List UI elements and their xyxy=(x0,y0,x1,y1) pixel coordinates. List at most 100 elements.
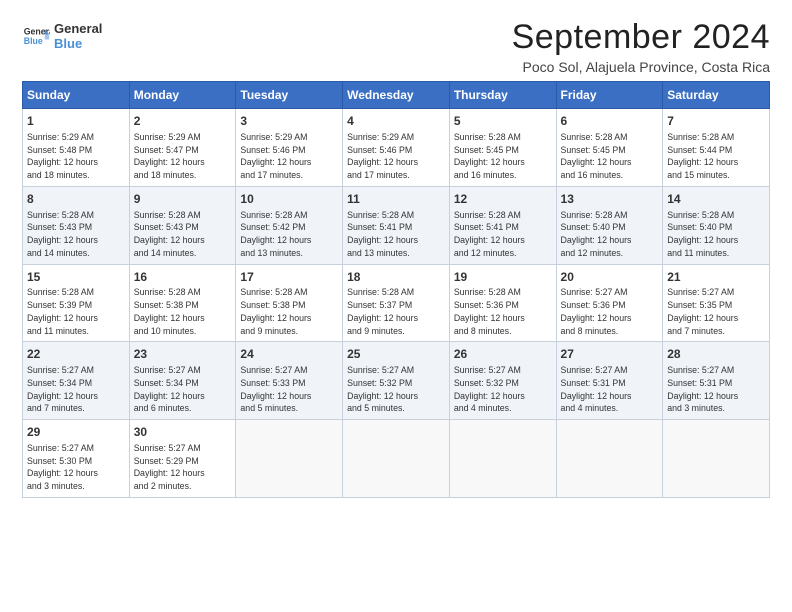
calendar-cell: 8Sunrise: 5:28 AMSunset: 5:43 PMDaylight… xyxy=(23,186,130,264)
day-number: 21 xyxy=(667,269,765,286)
day-info: Sunrise: 5:27 AMSunset: 5:34 PMDaylight:… xyxy=(27,364,125,415)
col-sunday: Sunday xyxy=(23,82,130,109)
day-number: 28 xyxy=(667,346,765,363)
day-number: 10 xyxy=(240,191,338,208)
day-number: 25 xyxy=(347,346,445,363)
day-number: 15 xyxy=(27,269,125,286)
calendar-cell xyxy=(556,420,663,498)
calendar-cell: 1Sunrise: 5:29 AMSunset: 5:48 PMDaylight… xyxy=(23,109,130,187)
calendar-cell: 21Sunrise: 5:27 AMSunset: 5:35 PMDayligh… xyxy=(663,264,770,342)
calendar-cell: 15Sunrise: 5:28 AMSunset: 5:39 PMDayligh… xyxy=(23,264,130,342)
day-info: Sunrise: 5:27 AMSunset: 5:31 PMDaylight:… xyxy=(561,364,659,415)
day-number: 26 xyxy=(454,346,552,363)
day-number: 29 xyxy=(27,424,125,441)
col-wednesday: Wednesday xyxy=(343,82,450,109)
day-info: Sunrise: 5:28 AMSunset: 5:40 PMDaylight:… xyxy=(667,209,765,260)
header-row-days: Sunday Monday Tuesday Wednesday Thursday… xyxy=(23,82,770,109)
day-info: Sunrise: 5:28 AMSunset: 5:43 PMDaylight:… xyxy=(27,209,125,260)
calendar-cell: 22Sunrise: 5:27 AMSunset: 5:34 PMDayligh… xyxy=(23,342,130,420)
subtitle: Poco Sol, Alajuela Province, Costa Rica xyxy=(512,59,770,75)
day-info: Sunrise: 5:29 AMSunset: 5:48 PMDaylight:… xyxy=(27,131,125,182)
calendar-cell: 17Sunrise: 5:28 AMSunset: 5:38 PMDayligh… xyxy=(236,264,343,342)
day-info: Sunrise: 5:28 AMSunset: 5:43 PMDaylight:… xyxy=(134,209,232,260)
day-info: Sunrise: 5:27 AMSunset: 5:34 PMDaylight:… xyxy=(134,364,232,415)
day-number: 9 xyxy=(134,191,232,208)
day-number: 3 xyxy=(240,113,338,130)
day-info: Sunrise: 5:27 AMSunset: 5:31 PMDaylight:… xyxy=(667,364,765,415)
day-info: Sunrise: 5:27 AMSunset: 5:32 PMDaylight:… xyxy=(454,364,552,415)
day-number: 11 xyxy=(347,191,445,208)
day-number: 6 xyxy=(561,113,659,130)
calendar-cell: 23Sunrise: 5:27 AMSunset: 5:34 PMDayligh… xyxy=(129,342,236,420)
day-info: Sunrise: 5:28 AMSunset: 5:45 PMDaylight:… xyxy=(561,131,659,182)
day-number: 18 xyxy=(347,269,445,286)
day-number: 22 xyxy=(27,346,125,363)
calendar-cell: 25Sunrise: 5:27 AMSunset: 5:32 PMDayligh… xyxy=(343,342,450,420)
day-info: Sunrise: 5:28 AMSunset: 5:40 PMDaylight:… xyxy=(561,209,659,260)
day-number: 4 xyxy=(347,113,445,130)
calendar-cell xyxy=(449,420,556,498)
day-number: 17 xyxy=(240,269,338,286)
day-number: 24 xyxy=(240,346,338,363)
day-info: Sunrise: 5:29 AMSunset: 5:47 PMDaylight:… xyxy=(134,131,232,182)
day-info: Sunrise: 5:28 AMSunset: 5:36 PMDaylight:… xyxy=(454,286,552,337)
day-info: Sunrise: 5:28 AMSunset: 5:39 PMDaylight:… xyxy=(27,286,125,337)
day-info: Sunrise: 5:28 AMSunset: 5:44 PMDaylight:… xyxy=(667,131,765,182)
logo-line2: Blue xyxy=(54,37,102,52)
calendar-cell: 27Sunrise: 5:27 AMSunset: 5:31 PMDayligh… xyxy=(556,342,663,420)
week-row-2: 8Sunrise: 5:28 AMSunset: 5:43 PMDaylight… xyxy=(23,186,770,264)
logo-line1: General xyxy=(54,22,102,37)
calendar-cell: 6Sunrise: 5:28 AMSunset: 5:45 PMDaylight… xyxy=(556,109,663,187)
calendar-cell xyxy=(663,420,770,498)
calendar-cell: 20Sunrise: 5:27 AMSunset: 5:36 PMDayligh… xyxy=(556,264,663,342)
col-thursday: Thursday xyxy=(449,82,556,109)
calendar-cell: 12Sunrise: 5:28 AMSunset: 5:41 PMDayligh… xyxy=(449,186,556,264)
col-tuesday: Tuesday xyxy=(236,82,343,109)
week-row-3: 15Sunrise: 5:28 AMSunset: 5:39 PMDayligh… xyxy=(23,264,770,342)
calendar-cell: 24Sunrise: 5:27 AMSunset: 5:33 PMDayligh… xyxy=(236,342,343,420)
calendar-cell: 9Sunrise: 5:28 AMSunset: 5:43 PMDaylight… xyxy=(129,186,236,264)
day-number: 23 xyxy=(134,346,232,363)
calendar-cell: 16Sunrise: 5:28 AMSunset: 5:38 PMDayligh… xyxy=(129,264,236,342)
day-info: Sunrise: 5:29 AMSunset: 5:46 PMDaylight:… xyxy=(347,131,445,182)
logo-icon: General Blue xyxy=(22,22,50,50)
day-info: Sunrise: 5:27 AMSunset: 5:32 PMDaylight:… xyxy=(347,364,445,415)
day-number: 14 xyxy=(667,191,765,208)
day-number: 16 xyxy=(134,269,232,286)
calendar-cell: 11Sunrise: 5:28 AMSunset: 5:41 PMDayligh… xyxy=(343,186,450,264)
day-number: 8 xyxy=(27,191,125,208)
calendar-cell: 13Sunrise: 5:28 AMSunset: 5:40 PMDayligh… xyxy=(556,186,663,264)
svg-text:Blue: Blue xyxy=(24,36,43,46)
week-row-1: 1Sunrise: 5:29 AMSunset: 5:48 PMDaylight… xyxy=(23,109,770,187)
page: General Blue General Blue September 2024… xyxy=(0,0,792,612)
calendar-cell: 5Sunrise: 5:28 AMSunset: 5:45 PMDaylight… xyxy=(449,109,556,187)
day-info: Sunrise: 5:28 AMSunset: 5:45 PMDaylight:… xyxy=(454,131,552,182)
day-number: 5 xyxy=(454,113,552,130)
calendar-cell xyxy=(236,420,343,498)
day-number: 12 xyxy=(454,191,552,208)
week-row-4: 22Sunrise: 5:27 AMSunset: 5:34 PMDayligh… xyxy=(23,342,770,420)
day-info: Sunrise: 5:28 AMSunset: 5:41 PMDaylight:… xyxy=(454,209,552,260)
calendar-cell: 2Sunrise: 5:29 AMSunset: 5:47 PMDaylight… xyxy=(129,109,236,187)
calendar-cell: 30Sunrise: 5:27 AMSunset: 5:29 PMDayligh… xyxy=(129,420,236,498)
calendar-cell: 29Sunrise: 5:27 AMSunset: 5:30 PMDayligh… xyxy=(23,420,130,498)
day-info: Sunrise: 5:29 AMSunset: 5:46 PMDaylight:… xyxy=(240,131,338,182)
day-number: 30 xyxy=(134,424,232,441)
day-info: Sunrise: 5:27 AMSunset: 5:30 PMDaylight:… xyxy=(27,442,125,493)
day-number: 13 xyxy=(561,191,659,208)
calendar-cell: 26Sunrise: 5:27 AMSunset: 5:32 PMDayligh… xyxy=(449,342,556,420)
calendar-cell: 19Sunrise: 5:28 AMSunset: 5:36 PMDayligh… xyxy=(449,264,556,342)
calendar-cell: 14Sunrise: 5:28 AMSunset: 5:40 PMDayligh… xyxy=(663,186,770,264)
day-number: 7 xyxy=(667,113,765,130)
logo: General Blue General Blue xyxy=(22,20,102,52)
day-info: Sunrise: 5:27 AMSunset: 5:29 PMDaylight:… xyxy=(134,442,232,493)
day-number: 19 xyxy=(454,269,552,286)
col-monday: Monday xyxy=(129,82,236,109)
day-number: 27 xyxy=(561,346,659,363)
calendar-cell: 7Sunrise: 5:28 AMSunset: 5:44 PMDaylight… xyxy=(663,109,770,187)
col-saturday: Saturday xyxy=(663,82,770,109)
calendar-cell: 10Sunrise: 5:28 AMSunset: 5:42 PMDayligh… xyxy=(236,186,343,264)
day-number: 1 xyxy=(27,113,125,130)
day-info: Sunrise: 5:28 AMSunset: 5:41 PMDaylight:… xyxy=(347,209,445,260)
day-number: 20 xyxy=(561,269,659,286)
